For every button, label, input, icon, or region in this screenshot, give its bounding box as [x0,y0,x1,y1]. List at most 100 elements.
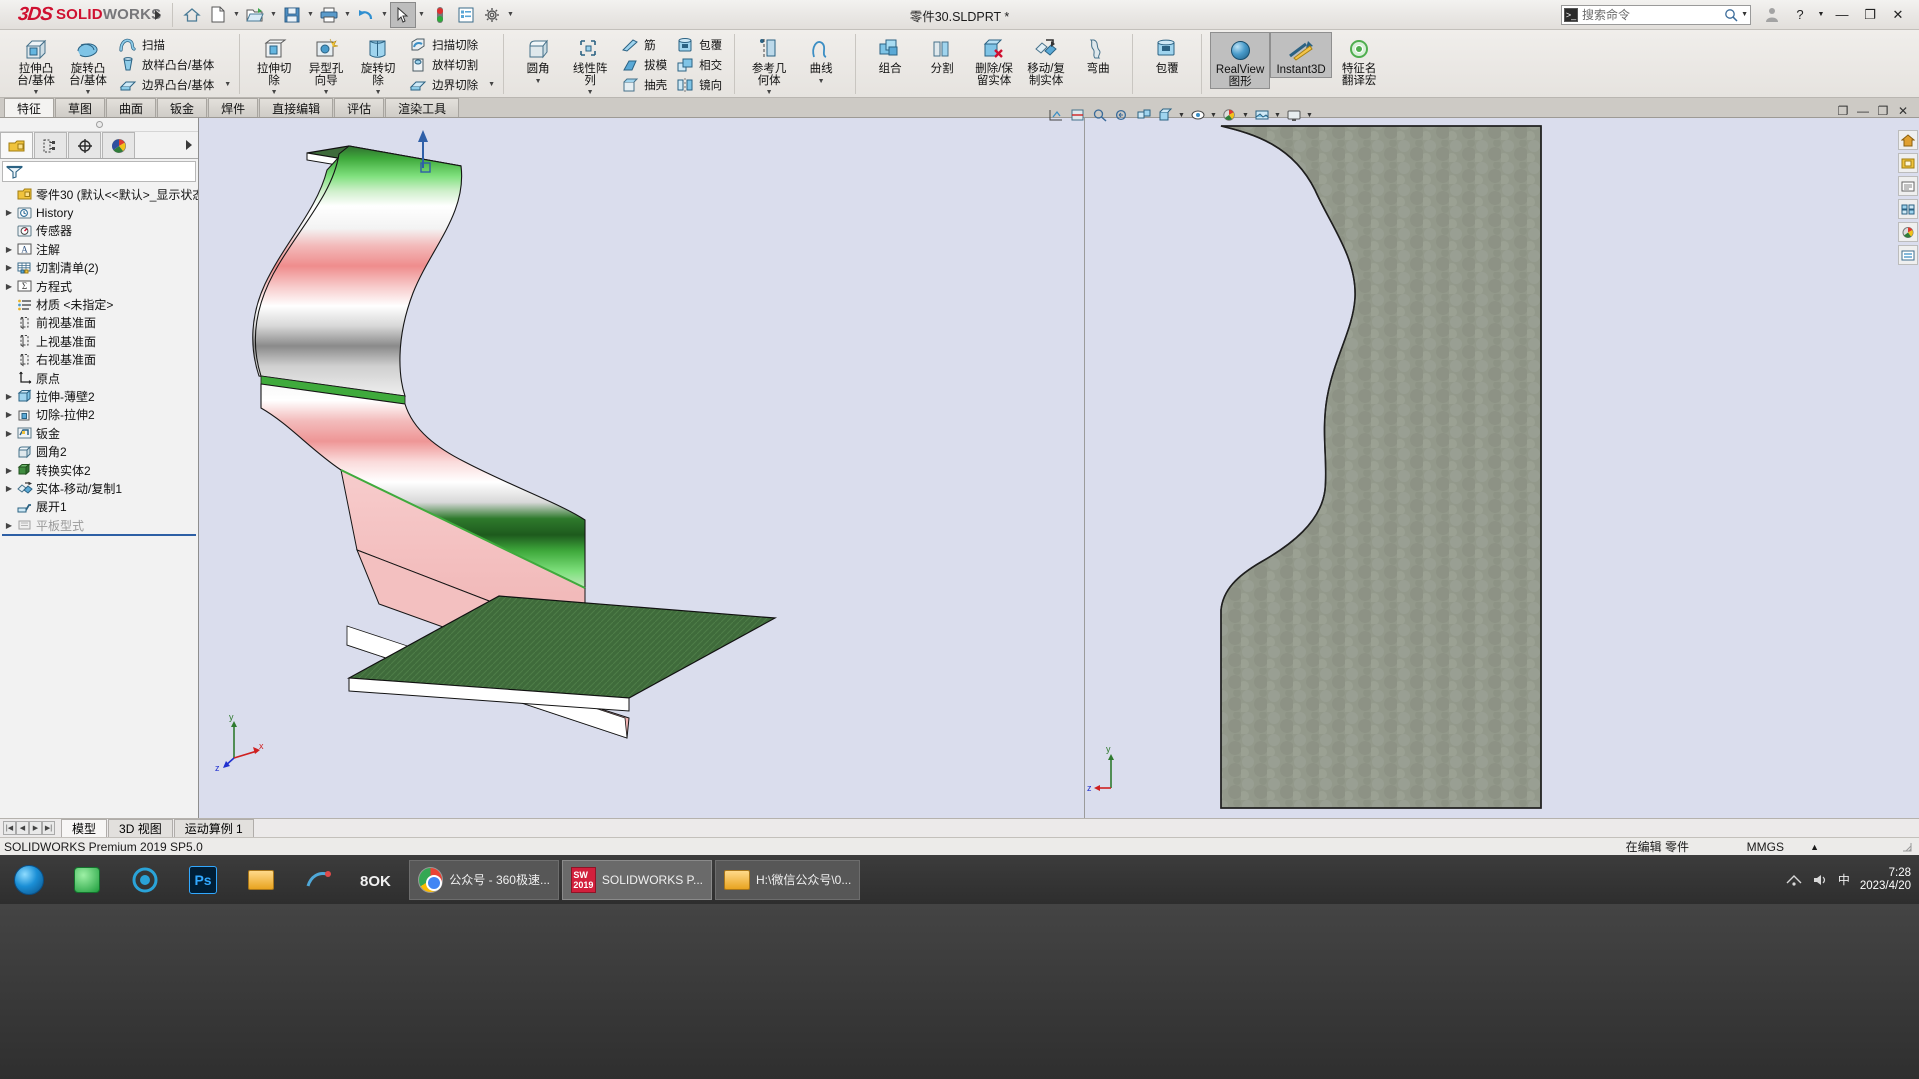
edit-appearance-icon[interactable] [1219,105,1240,125]
mirror-button[interactable]: 镜向 [671,75,726,95]
windows-start-orb[interactable] [0,855,58,904]
boundary-boss-button[interactable]: 边界凸台/基体 [114,75,218,95]
help-icon[interactable]: ? [1787,4,1813,26]
fillet-button[interactable]: 圆角 ▼ [512,32,564,85]
save-dropdown[interactable]: ▼ [305,2,316,28]
revolve-cut-button[interactable]: 旋转切 除 ▼ [352,32,404,96]
curves-button[interactable]: 曲线 ▼ [795,32,847,85]
file-explorer-icon[interactable] [1898,176,1918,196]
appearances-home-icon[interactable] [1898,130,1918,150]
swept-cut-button[interactable]: 扫描切除 [404,35,482,55]
view-palette-icon[interactable] [1898,199,1918,219]
extrude-cut-button[interactable]: 拉伸切 除 ▼ [248,32,300,96]
account-icon[interactable] [1759,4,1785,26]
tree-row-part[interactable]: 零件30 (默认<<默认>_显示状态 1>) [0,185,198,203]
tree-row-equations[interactable]: ▶ Σ 方程式 [0,277,198,295]
split-button[interactable]: 分割 [916,32,968,76]
view-orientation-icon[interactable] [1133,105,1154,125]
tree-row-history[interactable]: ▶ History [0,203,198,221]
delete-keep-body-button[interactable]: 删除/保 留实体 [968,32,1020,87]
new-document-dropdown[interactable]: ▼ [231,2,242,28]
tree-expander[interactable]: ▶ [2,429,16,438]
view-settings-icon[interactable] [1283,105,1304,125]
tree-row-convert-entities[interactable]: ▶ 转换实体2 [0,461,198,479]
hide-show-items-icon[interactable] [1187,105,1208,125]
edit-appearance-dropdown[interactable]: ▼ [1241,105,1250,125]
tree-row-unfold[interactable]: 展开1 [0,498,198,516]
wrap2-button[interactable]: 包覆 [1141,32,1193,76]
restore-button[interactable]: ❐ [1857,4,1883,26]
tree-row-top-plane[interactable]: 上视基准面 [0,332,198,350]
green-shield-icon[interactable] [58,855,116,904]
move-copy-body-button[interactable]: 移动/复 制实体 [1020,32,1072,87]
options-gear-icon[interactable] [479,2,505,28]
feature-translate-macro-button[interactable]: 特征名 翻译宏 [1332,32,1386,87]
extrude-boss-button[interactable]: 拉伸凸 台/基体 ▼ [10,32,62,96]
doc-restore-left-icon[interactable]: ❐ [1835,102,1851,120]
tab-nav-first[interactable]: |◀ [3,821,16,835]
hole-wizard-dropdown[interactable]: ▼ [300,89,352,96]
linear-pattern-button[interactable]: 线性阵 列 ▼ [564,32,616,96]
tree-row-cut-extrude[interactable]: ▶ 切除-拉伸2 [0,406,198,424]
tree-row-extrude-thin[interactable]: ▶ 拉伸-薄壁2 [0,387,198,405]
tab-features[interactable]: 特征 [4,98,55,117]
instant3d-button[interactable]: Instant3D [1270,32,1333,78]
zoom-area-icon[interactable] [1089,105,1110,125]
tree-expander[interactable]: ▶ [2,282,16,291]
doc-restore-button[interactable]: ❐ [1875,102,1891,120]
tree-row-sheetmetal[interactable]: ▶ 钣金 [0,424,198,442]
tab-render-tools[interactable]: 渲染工具 [385,98,460,117]
status-units-caret[interactable]: ▲ [1810,842,1819,852]
search-input[interactable]: >_ 搜索命令 ▼ [1561,4,1751,25]
options-dropdown[interactable]: ▼ [505,2,516,28]
save-icon[interactable] [279,2,305,28]
tab-nav-next[interactable]: ▶ [29,821,42,835]
tree-expander[interactable]: ▶ [2,410,16,419]
tree-row-front-plane[interactable]: 前视基准面 [0,314,198,332]
tree-row-origin[interactable]: 原点 [0,369,198,387]
rib-button[interactable]: 筋 [616,35,671,55]
lofted-cut-button[interactable]: 放样切割 [404,55,482,75]
shell-button[interactable]: 抽壳 [616,75,671,95]
tree-expander[interactable]: ▶ [2,245,16,254]
tree-expander[interactable]: ▶ [2,263,16,272]
input-method-icon[interactable]: 中 [1838,871,1850,888]
status-units[interactable]: MMGS [1747,840,1784,854]
minimize-button[interactable]: — [1829,4,1855,26]
file-properties-icon[interactable] [453,2,479,28]
display-style-icon[interactable] [1155,105,1176,125]
doc-close-button[interactable]: ✕ [1895,102,1911,120]
open-folder-icon[interactable] [242,2,268,28]
help-dropdown[interactable]: ▼ [1815,4,1827,26]
explorer-folder-icon[interactable] [232,855,290,904]
select-cursor-icon[interactable] [390,1,416,28]
intersect-button[interactable]: 相交 [671,55,726,75]
boundary-cut-button[interactable]: 边界切除 [404,75,482,95]
tab-surfaces[interactable]: 曲面 [106,98,157,117]
tree-expander[interactable]: ▶ [2,466,16,475]
extrude-cut-dropdown[interactable]: ▼ [248,89,300,96]
home-icon[interactable] [179,2,205,28]
tab-sketch[interactable]: 草图 [55,98,106,117]
tree-row-cutlist[interactable]: ▶ 切割清单(2) [0,259,198,277]
zoom-to-fit-icon[interactable] [1045,105,1066,125]
tab-direct-editing[interactable]: 直接编辑 [259,98,334,117]
tree-filter-input[interactable] [2,161,196,182]
tree-expander[interactable]: ▶ [2,521,16,530]
revolve-cut-dropdown[interactable]: ▼ [352,89,404,96]
revolve-boss-dropdown[interactable]: ▼ [62,89,114,96]
open-dropdown[interactable]: ▼ [268,2,279,28]
panel-tabs-more[interactable] [180,132,198,158]
bottom-tab-motion-study[interactable]: 运动算例 1 [173,819,254,837]
property-manager-tab[interactable] [34,132,67,158]
taskbar-window-explorer[interactable]: H:\微信公众号\0... [715,859,861,900]
tab-nav-prev[interactable]: ◀ [16,821,29,835]
panel-splitter[interactable] [0,118,198,132]
hole-wizard-button[interactable]: 异型孔 向导 ▼ [300,32,352,96]
capture-tool-icon[interactable] [290,855,348,904]
taskbar-window-solidworks[interactable]: SW 2019 SOLIDWORKS P... [562,859,712,900]
search-dropdown[interactable]: ▼ [1741,11,1748,18]
reference-geometry-button[interactable]: 参考几 何体 ▼ [743,32,795,96]
viewport-3d-model[interactable]: y x z [199,118,1084,818]
graphics-area[interactable]: y x z y z ▼ ▼ ▼ ▼ ▼ ❐ — ❐ ✕ [199,104,1919,818]
